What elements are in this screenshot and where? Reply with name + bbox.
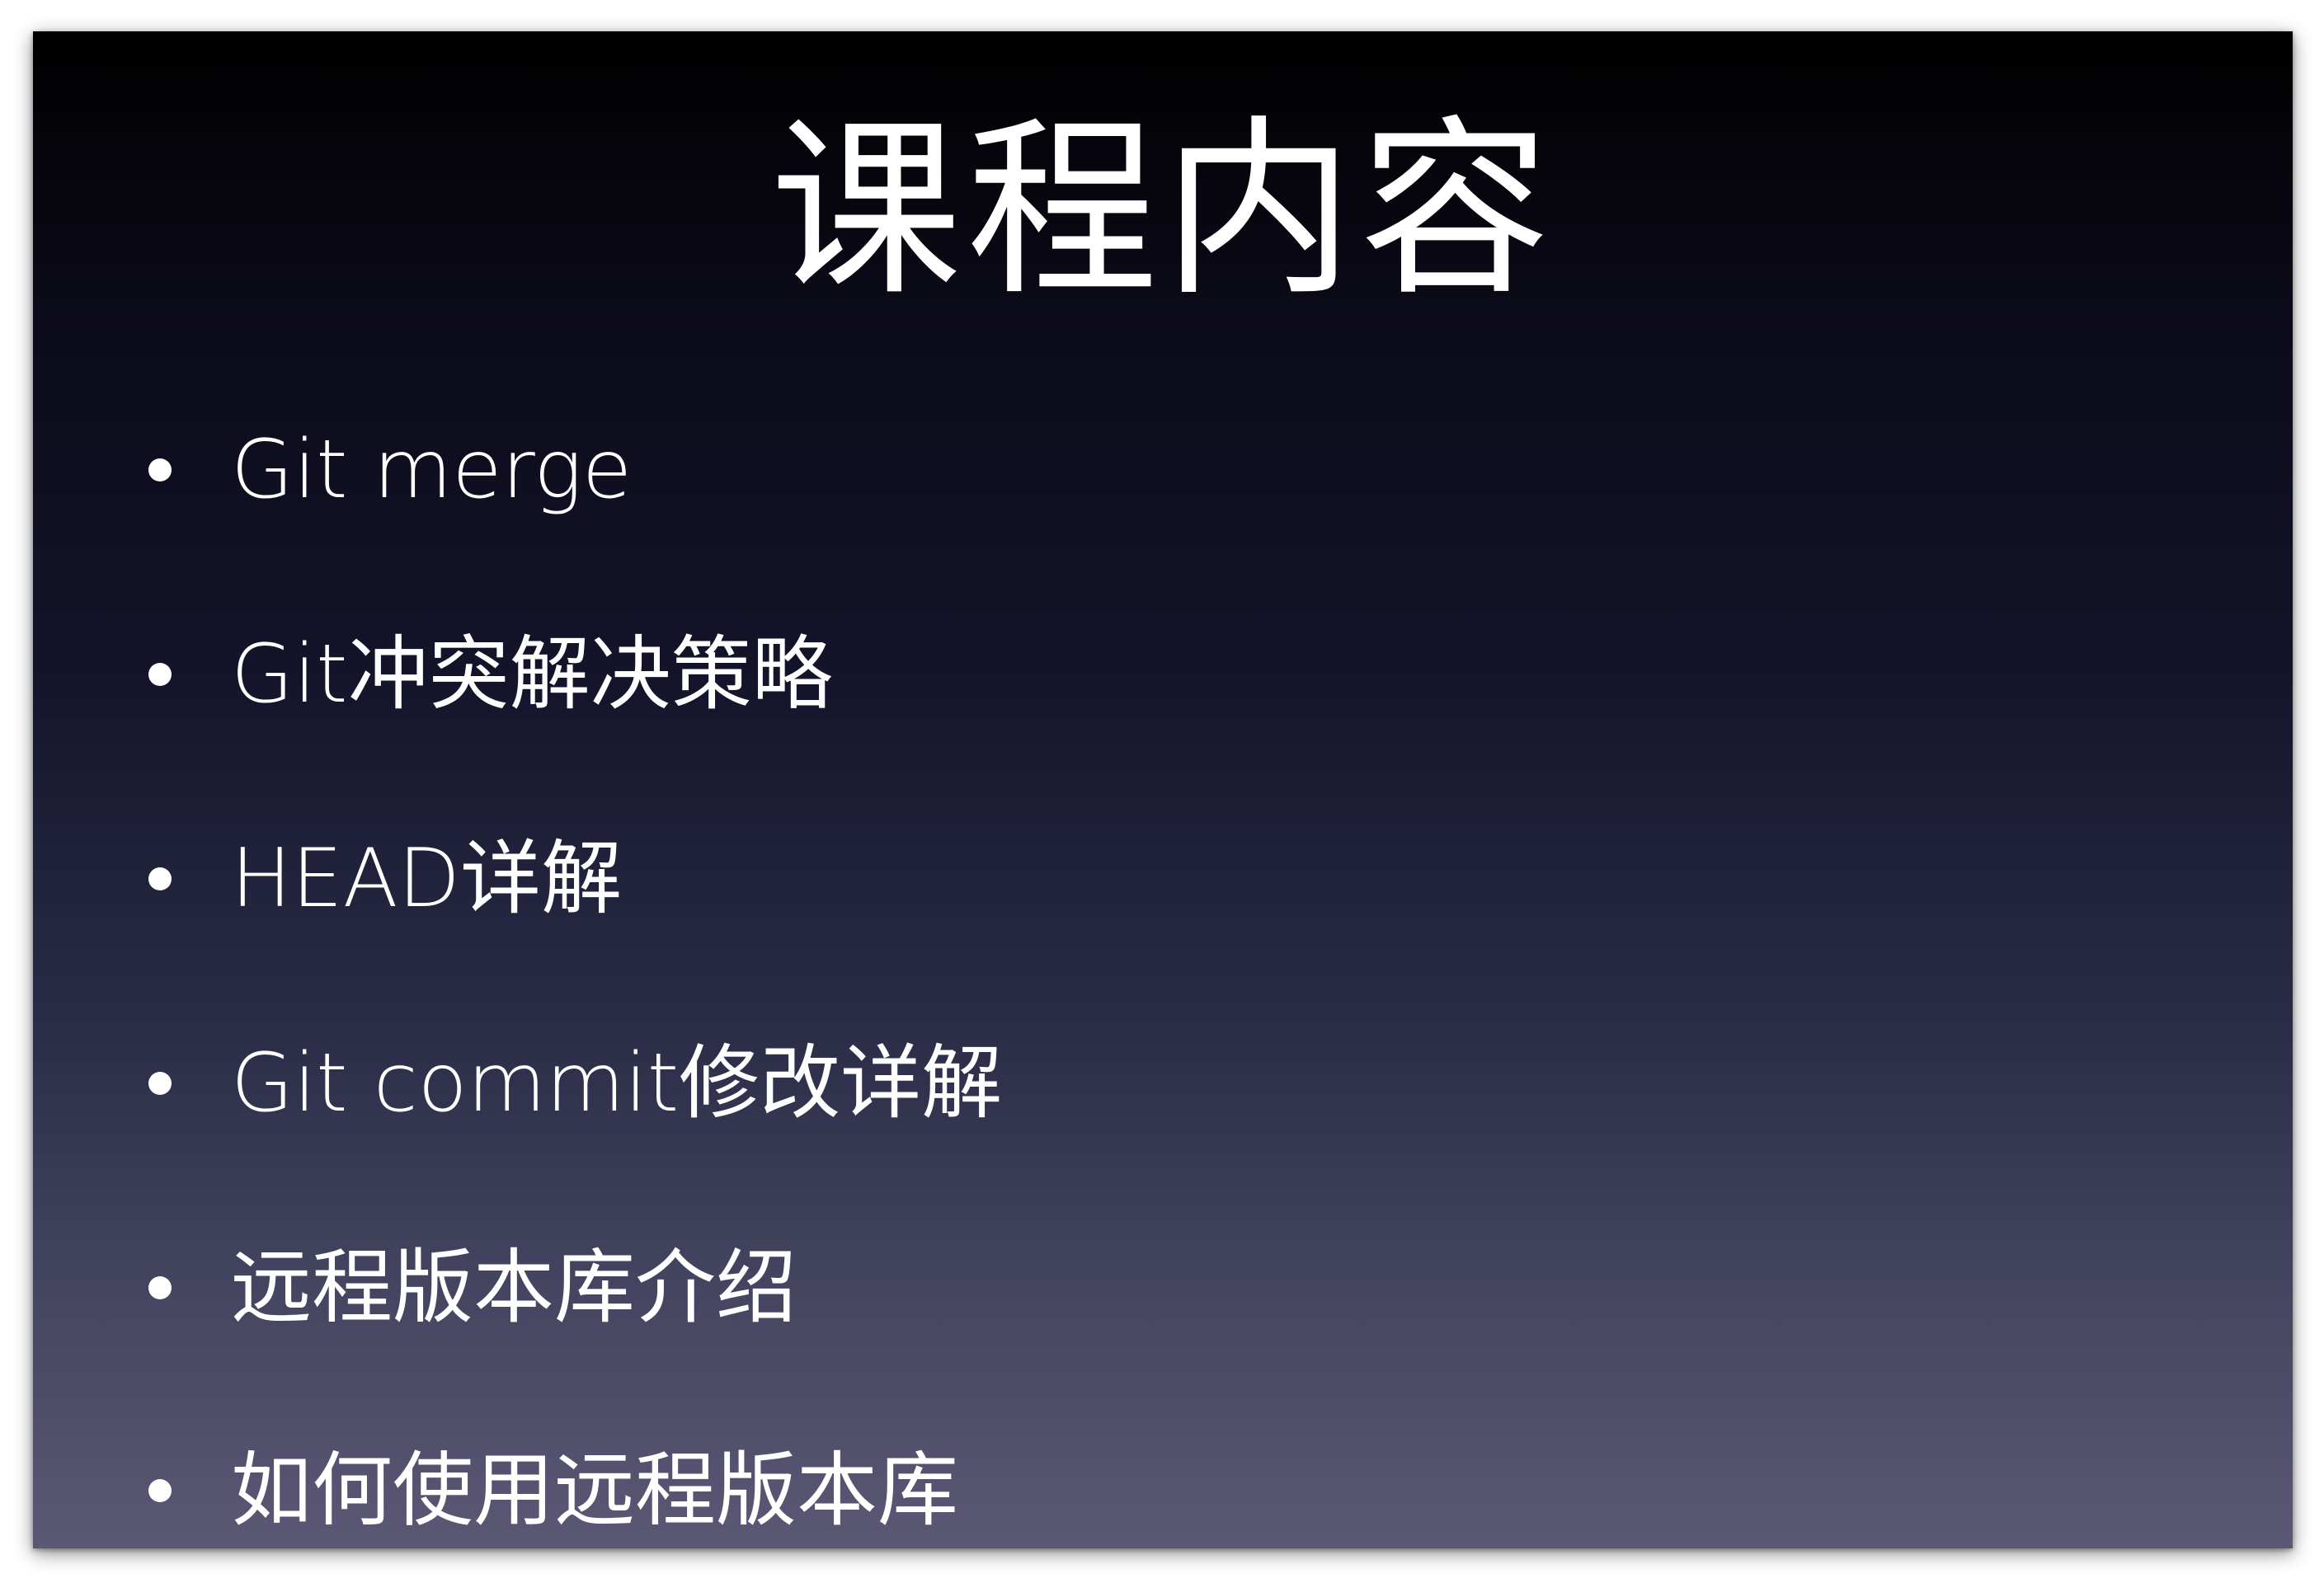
bullet-item-conflict-strategy: Git冲突解决策略 — [148, 617, 833, 732]
bullet-item-commit-amend: Git commit修改详解 — [148, 1026, 1002, 1141]
bullet-item-remote-usage: 如何使用远程版本库 — [148, 1433, 958, 1548]
bullet-item-git-merge: Git merge — [148, 412, 632, 528]
bullet-text: HEAD详解 — [231, 832, 623, 926]
bullet-text: Git冲突解决策略 — [231, 627, 833, 721]
bullet-text: Git commit修改详解 — [231, 1036, 1003, 1130]
bullet-dot-icon — [148, 1276, 172, 1299]
bullet-dot-icon — [148, 867, 172, 890]
bullet-dot-icon — [148, 458, 172, 481]
bullet-text: 如何使用远程版本库 — [231, 1444, 959, 1538]
bullet-dot-icon — [148, 1479, 172, 1502]
bullet-text: 远程版本库介绍 — [231, 1241, 797, 1335]
bullet-dot-icon — [148, 663, 172, 686]
bullet-item-head: HEAD详解 — [148, 821, 622, 937]
bullet-text: Git merge — [231, 423, 633, 517]
bullet-item-remote-intro: 远程版本库介绍 — [148, 1230, 797, 1346]
presentation-slide: 课程内容 Git merge Git冲突解决策略 HEAD详解 Git comm… — [33, 31, 2293, 1548]
bullet-dot-icon — [148, 1072, 172, 1095]
slide-title: 课程内容 — [769, 99, 1555, 322]
